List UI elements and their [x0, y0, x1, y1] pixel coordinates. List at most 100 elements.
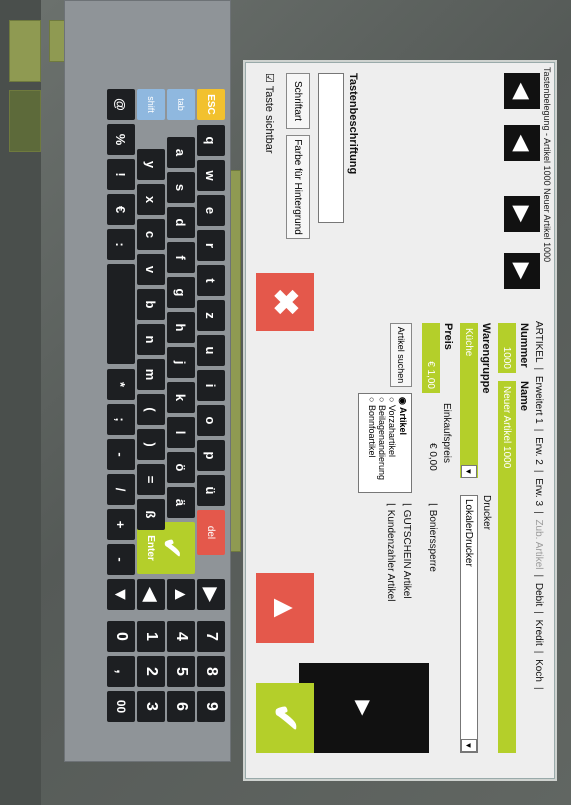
move-up-button[interactable]: ▲ — [256, 573, 314, 643]
key-x[interactable]: x — [137, 184, 165, 215]
key-equals[interactable]: = — [137, 464, 165, 495]
key-n[interactable]: n — [137, 324, 165, 355]
key-q[interactable]: q — [197, 125, 225, 156]
key-j[interactable]: j — [167, 347, 195, 378]
key-7[interactable]: 7 — [197, 621, 225, 652]
chevron-down-icon[interactable]: ▼ — [461, 739, 477, 752]
cancel-button[interactable]: ✖ — [256, 273, 314, 331]
tab-kredit[interactable]: Kredit — [533, 620, 544, 646]
key-g[interactable]: g — [167, 277, 195, 308]
key-eszett[interactable]: ß — [137, 499, 165, 530]
key-space[interactable] — [107, 264, 135, 364]
key-4[interactable]: 4 — [167, 621, 195, 652]
key-semicolon[interactable]: ; — [107, 404, 135, 435]
key-6[interactable]: 6 — [167, 691, 195, 722]
tab-koch[interactable]: Koch — [533, 659, 544, 682]
key-f[interactable]: f — [167, 242, 195, 273]
next-record-button[interactable]: ▶ — [504, 196, 540, 232]
key-c[interactable]: c — [137, 219, 165, 250]
name-field[interactable]: Neuer Artikel 1000 — [498, 381, 516, 753]
key-asterisk[interactable]: * — [107, 369, 135, 400]
key-arrow-down[interactable]: ▼ — [107, 579, 135, 610]
key-comma[interactable]: , — [107, 656, 135, 687]
close-icon: ✖ — [266, 287, 304, 317]
farbe-hintergrund-button[interactable]: Farbe für Hintergrund — [286, 135, 310, 239]
key-0[interactable]: 0 — [107, 621, 135, 652]
warengruppe-select[interactable]: Küche — [460, 323, 478, 478]
key-r[interactable]: r — [197, 230, 225, 261]
tab-debit[interactable]: Debit — [533, 583, 544, 606]
key-del[interactable]: del — [197, 510, 225, 555]
key-shift[interactable]: shift — [137, 89, 165, 120]
kundenzahler-checkbox[interactable]: ⌊ Kundenzahler Artikel — [385, 503, 396, 601]
last-record-button[interactable]: ▶ — [504, 253, 540, 289]
bonierssperre-checkbox[interactable]: ⌊ Bonierssperre — [427, 503, 438, 572]
key-w[interactable]: w — [197, 160, 225, 191]
key-exclaim[interactable]: ! — [107, 159, 135, 190]
key-k[interactable]: k — [167, 382, 195, 413]
key-esc[interactable]: ESC — [197, 89, 225, 120]
key-s[interactable]: s — [167, 172, 195, 203]
key-paren-close[interactable]: ) — [137, 429, 165, 460]
key-8[interactable]: 8 — [197, 656, 225, 687]
key-3[interactable]: 3 — [137, 691, 165, 722]
key-2[interactable]: 2 — [137, 656, 165, 687]
tastenbeschriftung-input[interactable] — [318, 73, 344, 223]
key-z[interactable]: z — [197, 300, 225, 331]
key-paren-open[interactable]: ( — [137, 394, 165, 425]
key-d[interactable]: d — [167, 207, 195, 238]
key-colon[interactable]: : — [107, 229, 135, 260]
artikel-suchen-button[interactable]: Artikel suchen — [390, 323, 412, 387]
key-oe[interactable]: ö — [167, 452, 195, 483]
chevron-down-icon[interactable]: ▼ — [461, 465, 477, 478]
drucker-select[interactable]: LokalerDrucker — [460, 495, 478, 753]
tab-erweitert-1[interactable]: Erweitert 1 — [533, 376, 544, 424]
key-euro[interactable]: € — [107, 194, 135, 225]
preis-field[interactable]: € 1,00 — [422, 323, 440, 393]
tab-artikel[interactable]: ARTIKEL — [533, 321, 544, 363]
key-5[interactable]: 5 — [167, 656, 195, 687]
key-t[interactable]: t — [197, 265, 225, 296]
tab-erw-3[interactable]: Erw. 3 — [533, 478, 544, 506]
key-arrow-left[interactable]: ◀ — [137, 579, 165, 610]
key-e[interactable]: e — [197, 195, 225, 226]
key-v[interactable]: v — [137, 254, 165, 285]
radio-vorzahartikel[interactable]: ○ Vorzahartikel — [387, 397, 397, 489]
key-percent[interactable]: % — [107, 124, 135, 155]
tab-erw-2[interactable]: Erw. 2 — [533, 437, 544, 465]
key-double-zero[interactable]: 00 — [107, 691, 135, 722]
key-h[interactable]: h — [167, 312, 195, 343]
radio-artikel[interactable]: ◉ Artikel — [397, 397, 408, 489]
key-m[interactable]: m — [137, 359, 165, 390]
navigation-black-bar[interactable]: ▶ — [299, 663, 429, 753]
nummer-field[interactable]: 1000 — [498, 323, 516, 373]
key-tab[interactable]: tab — [167, 89, 195, 120]
key-9[interactable]: 9 — [197, 691, 225, 722]
key-arrow-right[interactable]: ▶ — [197, 579, 225, 610]
radio-beilagenandierung[interactable]: ○ Beilagenandierung — [377, 397, 387, 489]
key-slash[interactable]: / — [107, 474, 135, 505]
previous-record-button[interactable]: ◀ — [504, 125, 540, 161]
key-ue[interactable]: ü — [197, 475, 225, 506]
first-record-button[interactable]: ◀ — [504, 73, 540, 109]
key-b[interactable]: b — [137, 289, 165, 320]
key-i[interactable]: i — [197, 370, 225, 401]
key-o[interactable]: o — [197, 405, 225, 436]
key-u[interactable]: u — [197, 335, 225, 366]
gutschein-checkbox[interactable]: ⌊ GUTSCHEIN Artikel — [401, 503, 412, 599]
key-a[interactable]: a — [167, 137, 195, 168]
key-minus[interactable]: - — [107, 544, 135, 575]
key-p[interactable]: p — [197, 440, 225, 471]
key-arrow-up[interactable]: ▲ — [167, 579, 195, 610]
schriftart-button[interactable]: Schriftart — [286, 73, 310, 129]
key-l[interactable]: l — [167, 417, 195, 448]
key-dash[interactable]: - — [107, 439, 135, 470]
key-ae[interactable]: ä — [167, 487, 195, 518]
key-y[interactable]: y — [137, 149, 165, 180]
ok-button[interactable]: ✔ — [256, 683, 314, 753]
key-at[interactable]: @ — [107, 89, 135, 120]
radio-bonnfoartikel[interactable]: ○ Bonnfoartikel — [367, 397, 377, 489]
key-plus[interactable]: + — [107, 509, 135, 540]
key-1[interactable]: 1 — [137, 621, 165, 652]
taste-sichtbar-checkbox[interactable]: ☑ Taste sichtbar — [263, 73, 276, 154]
